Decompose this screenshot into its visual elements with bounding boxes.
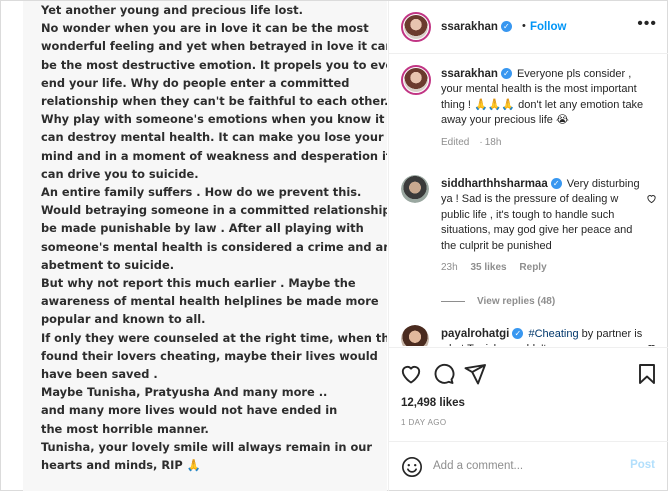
caption-body: ssarakhan ✓ Everyone pls consider , your … bbox=[441, 67, 646, 150]
bookmark-icon[interactable] bbox=[635, 362, 659, 386]
action-bar bbox=[389, 347, 668, 397]
post-modal: Yet another young and precious life lost… bbox=[0, 0, 668, 491]
post-image-line: popular and known to all. bbox=[41, 312, 206, 327]
post-image-line: be made punishable by law . After all pl… bbox=[41, 221, 364, 236]
post-image-line: Would betraying someone in a committed r… bbox=[41, 203, 387, 218]
comment-like-heart-icon[interactable] bbox=[646, 193, 657, 207]
author-avatar[interactable] bbox=[401, 12, 431, 42]
post-image-line: can drive you to suicide. bbox=[41, 166, 199, 181]
post-image-line: An entire family suffers . How do we pre… bbox=[41, 185, 362, 200]
post-image-line: the most horrible manner. bbox=[41, 421, 209, 436]
verified-icon: ✓ bbox=[550, 178, 562, 190]
post-image-line: Why play with someone's emotions when yo… bbox=[41, 112, 385, 127]
view-replies-button[interactable]: View replies (48) bbox=[441, 296, 555, 307]
commenter-avatar[interactable] bbox=[401, 175, 429, 203]
post-image-line: be the most destructive emotion. It prop… bbox=[41, 57, 387, 72]
more-icon[interactable]: ••• bbox=[637, 15, 657, 33]
post-image-line: mind and in a moment of weakness and des… bbox=[41, 148, 387, 163]
post-image-line: found their lovers cheating, maybe their… bbox=[41, 348, 378, 363]
post-image-line: end your life. Why do people enter a com… bbox=[41, 75, 350, 90]
post-image-text: Yet another young and precious life lost… bbox=[41, 1, 387, 474]
post-image-line: abetment to suicide. bbox=[41, 257, 175, 272]
separator-dot: • bbox=[522, 20, 526, 32]
post-image-line: relationship when they can't be faithful… bbox=[41, 94, 387, 109]
post-image-line: have been saved . bbox=[41, 367, 158, 382]
comments-list[interactable]: ssarakhan ✓ Everyone pls consider , your … bbox=[389, 55, 668, 346]
caption-meta: Edited · 18h bbox=[441, 135, 646, 150]
commenter-username[interactable]: payalrohatgi ✓ bbox=[441, 328, 524, 340]
add-comment-bar: Post bbox=[389, 441, 668, 491]
add-comment-input[interactable] bbox=[433, 455, 613, 477]
heart-icon[interactable] bbox=[399, 362, 423, 386]
post-image: Yet another young and precious life lost… bbox=[23, 1, 387, 491]
reply-button[interactable]: Reply bbox=[519, 262, 546, 273]
commenter-avatar[interactable] bbox=[401, 325, 429, 346]
edited-label: Edited bbox=[441, 136, 470, 148]
author-username[interactable]: ssarakhan ✓ bbox=[441, 21, 512, 33]
follow-button[interactable]: Follow bbox=[530, 21, 566, 33]
post-image-line: awareness of mental health helplines be … bbox=[41, 294, 379, 309]
emoji-icon[interactable] bbox=[401, 456, 423, 478]
caption-username[interactable]: ssarakhan ✓ bbox=[441, 68, 512, 80]
post-image-line: hearts and minds, RIP 🙏 bbox=[41, 458, 201, 473]
commenter-username[interactable]: siddharthhsharmaa ✓ bbox=[441, 178, 562, 190]
comment-time: 23h bbox=[441, 262, 458, 274]
comment-meta: 23h 35 likes Reply bbox=[441, 260, 646, 275]
post-side-panel: ssarakhan ✓ • Follow ••• ssarakhan ✓ Every… bbox=[388, 1, 668, 491]
post-image-line: someone's mental health is considered a … bbox=[41, 239, 387, 254]
view-replies-dash bbox=[441, 300, 465, 302]
post-image-line: No wonder when you are in love it can be… bbox=[41, 21, 369, 36]
hashtag-link[interactable]: #Cheating bbox=[528, 328, 578, 340]
caption-time: 18h bbox=[484, 136, 502, 148]
verified-icon: ✓ bbox=[500, 68, 512, 80]
comment-body: siddharthhsharmaa ✓ Very disturbing ya ! … bbox=[441, 177, 646, 275]
post-header: ssarakhan ✓ • Follow ••• bbox=[389, 1, 668, 54]
post-image-line: Yet another young and precious life lost… bbox=[41, 3, 303, 17]
comment-like-heart-icon[interactable] bbox=[646, 343, 657, 346]
post-image-line: wonderful feeling and yet when betrayed … bbox=[41, 39, 387, 54]
post-image-line: can destroy mental health. It can make y… bbox=[41, 130, 384, 145]
comment-likes[interactable]: 35 likes bbox=[470, 262, 506, 273]
share-icon[interactable] bbox=[463, 362, 487, 386]
verified-icon: ✓ bbox=[500, 21, 512, 33]
post-image-line: Maybe Tunisha, Pratyusha And many more .… bbox=[41, 385, 328, 400]
verified-icon: ✓ bbox=[512, 328, 524, 340]
caption-avatar[interactable] bbox=[401, 65, 431, 95]
post-image-line: and many more lives would not have ended… bbox=[41, 403, 338, 418]
comment-body: payalrohatgi✓ #Cheating by partner is wh… bbox=[441, 327, 646, 346]
comment-icon[interactable] bbox=[431, 362, 455, 386]
post-image-line: If only they were counseled at the right… bbox=[41, 330, 387, 345]
post-image-line: Tunisha, your lovely smile will always r… bbox=[41, 439, 373, 454]
meta-dot: · bbox=[479, 136, 483, 148]
post-date[interactable]: 1 DAY AGO bbox=[401, 418, 447, 427]
likes-count[interactable]: 12,498 likes bbox=[401, 397, 465, 409]
post-comment-button[interactable]: Post bbox=[630, 459, 655, 471]
post-image-line: But why not report this much earlier . M… bbox=[41, 276, 356, 291]
